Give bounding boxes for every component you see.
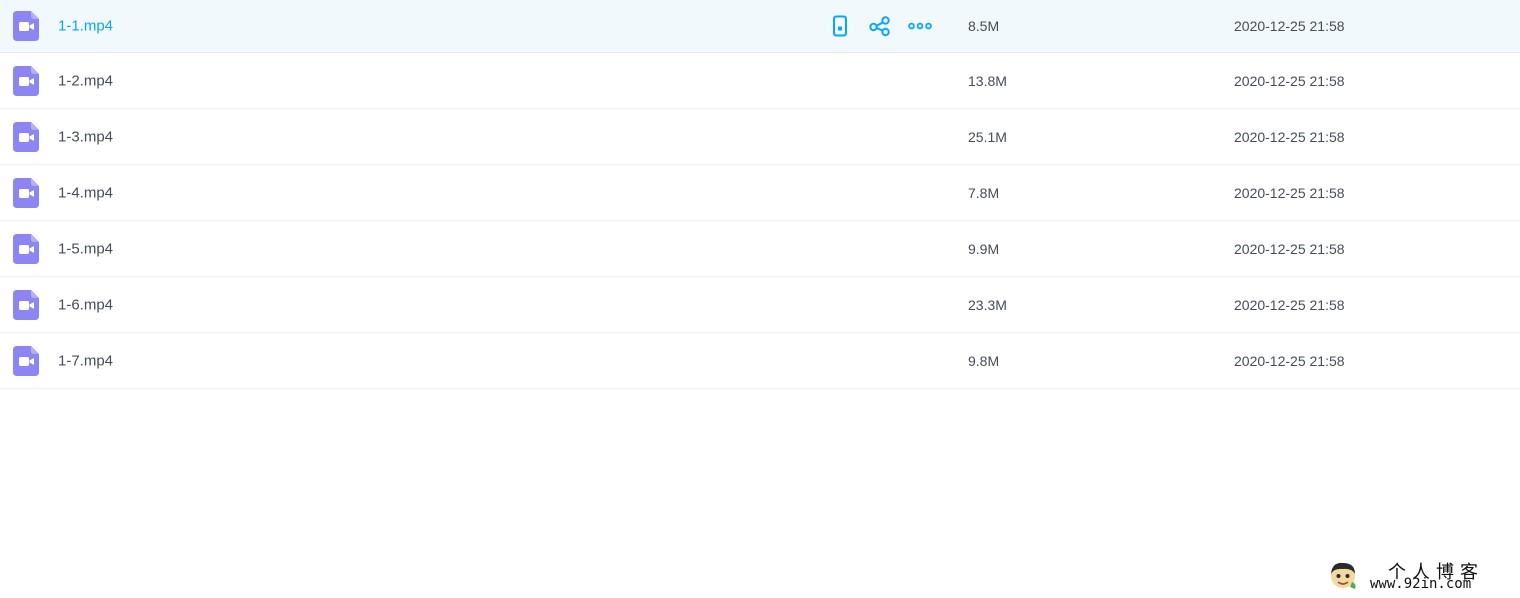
file-name-link[interactable]: 1-4.mp4: [58, 184, 113, 201]
file-row[interactable]: 1-1.mp4 8.5M 2020-12-25 21:58: [0, 0, 1520, 53]
file-modified-date: 2020-12-25 21:58: [1234, 18, 1345, 34]
file-size: 25.1M: [968, 128, 1007, 145]
file-size: 7.8M: [968, 184, 1000, 201]
phone-icon[interactable]: [828, 14, 852, 38]
watermark-url: www.92in.com: [1370, 576, 1472, 592]
file-name-link[interactable]: 1-5.mp4: [58, 240, 113, 257]
file-size: 9.9M: [968, 240, 1000, 257]
file-row[interactable]: 1-7.mp4 9.8M 2020-12-25 21:58: [0, 333, 1520, 389]
file-modified-date: 2020-12-25 21:58: [1234, 128, 1345, 145]
file-row[interactable]: 1-2.mp4 13.8M 2020-12-25 21:58: [0, 53, 1520, 109]
file-size: 13.8M: [968, 72, 1007, 89]
video-file-icon: [13, 289, 39, 320]
file-row[interactable]: 1-6.mp4 23.3M 2020-12-25 21:58: [0, 277, 1520, 333]
row-actions: [828, 14, 932, 38]
file-name-link[interactable]: 1-1.mp4: [58, 18, 113, 35]
file-name-link[interactable]: 1-7.mp4: [58, 352, 113, 369]
video-file-icon: [13, 121, 39, 152]
video-file-icon: [13, 65, 39, 96]
cartoon-avatar-icon: [1331, 562, 1356, 589]
video-file-icon: [13, 177, 39, 208]
file-row[interactable]: 1-4.mp4 7.8M 2020-12-25 21:58: [0, 165, 1520, 221]
file-name-link[interactable]: 1-6.mp4: [58, 296, 113, 313]
file-modified-date: 2020-12-25 21:58: [1234, 72, 1345, 89]
video-file-icon: [13, 345, 39, 376]
file-size: 8.5M: [968, 18, 1000, 34]
share-icon[interactable]: [868, 14, 892, 38]
file-row[interactable]: 1-3.mp4 25.1M 2020-12-25 21:58: [0, 109, 1520, 165]
file-modified-date: 2020-12-25 21:58: [1234, 240, 1345, 257]
file-modified-date: 2020-12-25 21:58: [1234, 296, 1345, 313]
file-modified-date: 2020-12-25 21:58: [1234, 352, 1345, 369]
file-row[interactable]: 1-5.mp4 9.9M 2020-12-25 21:58: [0, 221, 1520, 277]
video-file-icon: [13, 233, 39, 264]
file-name-link[interactable]: 1-3.mp4: [58, 128, 113, 145]
file-list: 1-1.mp4 8.5M 2020-12-25 21:58 1-2.mp4 13…: [0, 0, 1520, 389]
file-name-link[interactable]: 1-2.mp4: [58, 72, 113, 89]
file-modified-date: 2020-12-25 21:58: [1234, 184, 1345, 201]
blog-watermark: 个人博客 www.92in.com: [1326, 558, 1516, 594]
more-icon[interactable]: [908, 14, 932, 38]
video-file-icon: [13, 11, 39, 41]
file-size: 23.3M: [968, 296, 1007, 313]
file-size: 9.8M: [968, 352, 1000, 369]
